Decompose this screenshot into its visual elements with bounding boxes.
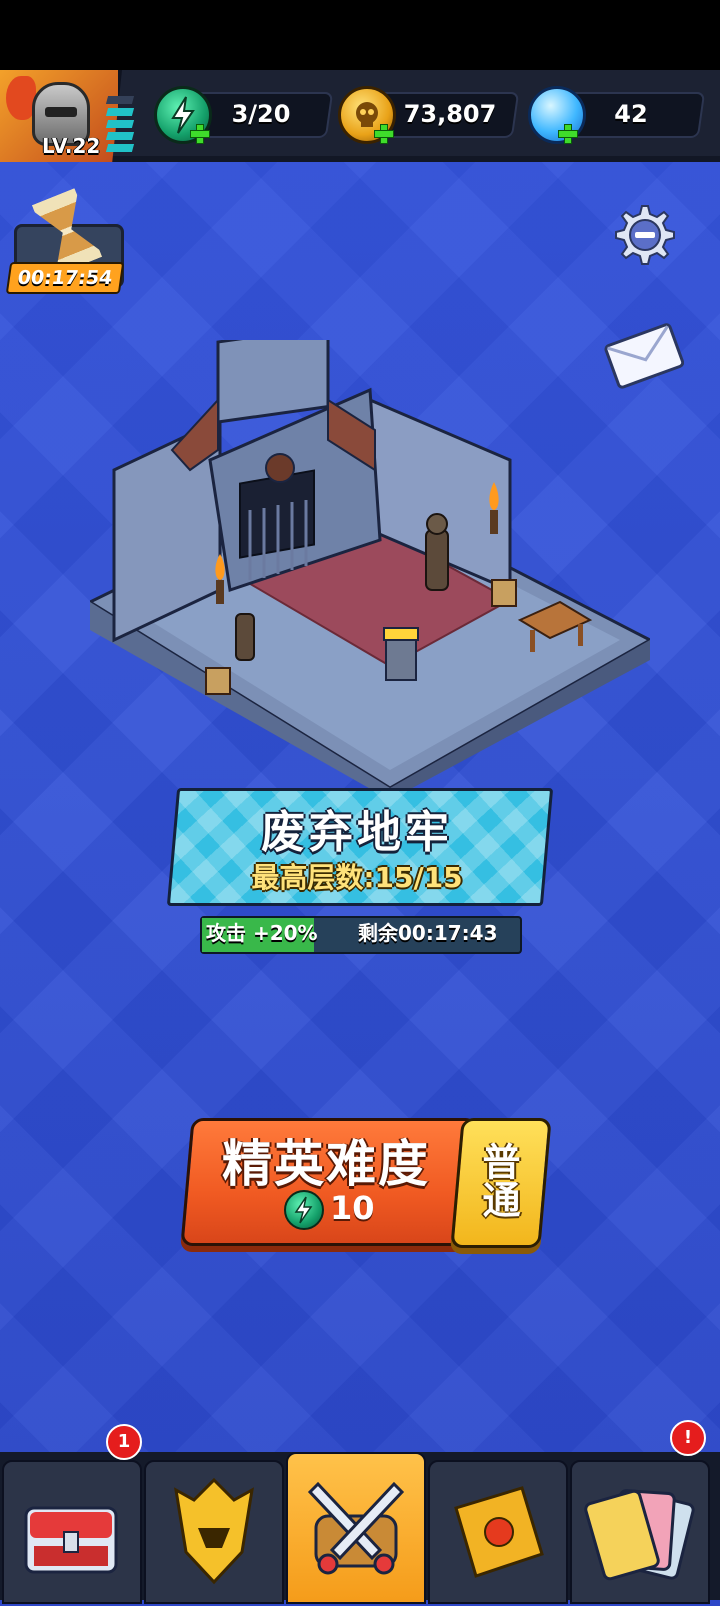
- player-level: LV.22: [42, 134, 101, 158]
- crossed-swords-icon: [307, 1481, 405, 1575]
- dungeon-name: 废弃地牢: [261, 807, 453, 858]
- xp-segment: [105, 96, 135, 104]
- idle-timer: 00:17:54: [5, 262, 125, 294]
- tab-cards[interactable]: [570, 1460, 710, 1604]
- tab-hero[interactable]: [144, 1460, 284, 1604]
- normal-difficulty-label: 普通: [476, 1142, 520, 1218]
- gear-icon: [615, 205, 675, 265]
- pedestal: [383, 627, 419, 681]
- golden-helmet-icon: [174, 1477, 254, 1585]
- cards-icon: [584, 1489, 695, 1581]
- gold-value: 73,807: [403, 100, 497, 128]
- tab-chest[interactable]: [2, 1460, 142, 1604]
- armor-statue-right: [425, 513, 449, 591]
- dungeon-illustration: [90, 340, 650, 800]
- lantern-left: [205, 667, 231, 695]
- xp-segment: [105, 120, 135, 128]
- treasure-chest-icon: [24, 1506, 118, 1574]
- gem-value: 42: [614, 100, 648, 128]
- gate-tower: [216, 340, 330, 424]
- xp-segment: [105, 132, 135, 140]
- xp-segment: [105, 144, 135, 152]
- spellbook-icon: [454, 1486, 544, 1578]
- attack-buff: 攻击 +20%: [206, 921, 318, 945]
- buff-remaining-time: 剩余00:17:43: [358, 921, 498, 945]
- status-bar: [0, 0, 720, 70]
- armor-statue-left: [235, 613, 255, 661]
- chest-badge: 1: [106, 1424, 142, 1460]
- settings-button[interactable]: [612, 202, 678, 268]
- elite-difficulty-label: 精英难度: [222, 1135, 430, 1193]
- cards-badge: !: [670, 1420, 706, 1456]
- lantern-right: [491, 579, 517, 607]
- xp-segment: [105, 108, 135, 116]
- xp-bar: [104, 92, 136, 158]
- tab-book[interactable]: [428, 1460, 568, 1604]
- tab-battle[interactable]: [286, 1452, 426, 1604]
- max-floor: 最高层数:15/15: [251, 861, 463, 894]
- add-gems-icon[interactable]: [558, 124, 578, 144]
- energy-value: 3/20: [231, 100, 291, 128]
- gate-emblem: [265, 453, 295, 483]
- elite-cost: 10: [330, 1189, 375, 1227]
